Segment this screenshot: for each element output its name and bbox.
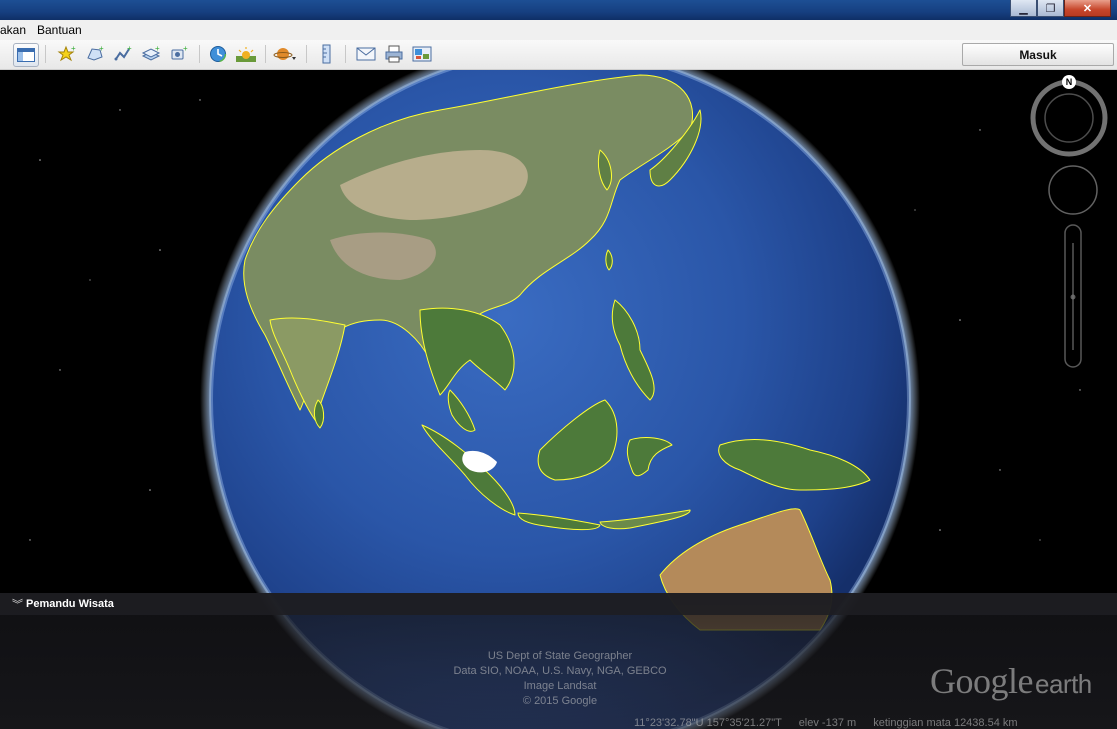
google-earth-logo: Googleearth <box>930 660 1092 702</box>
chevron-down-icon[interactable]: ︾ <box>12 596 23 612</box>
menu-item-tambahkan[interactable]: akan <box>0 23 26 37</box>
elevation-readout: elev -137 m <box>798 717 857 729</box>
minimize-icon[interactable]: ▁ <box>1010 0 1037 17</box>
sign-in-button[interactable]: Masuk <box>962 43 1114 66</box>
credit-line: Data SIO, NOAA, U.S. Navy, NGA, GEBCO <box>453 665 667 677</box>
window-controls: ▁ ❐ ✕ <box>1010 0 1111 18</box>
svg-text:+: + <box>71 44 76 53</box>
svg-text:+: + <box>183 44 188 53</box>
svg-text:+: + <box>155 44 160 53</box>
menu-bar: akan Bantuan <box>0 20 1117 41</box>
path-icon[interactable]: + <box>111 43 135 65</box>
toolbar-separator <box>345 45 346 63</box>
north-icon[interactable]: N <box>1062 75 1076 89</box>
placemark-icon[interactable]: + <box>55 43 79 65</box>
status-bar: 11°23'32.78"U 157°35'21.27"T elev -137 m… <box>634 717 1018 729</box>
sunlight-icon[interactable] <box>234 43 258 65</box>
close-icon[interactable]: ✕ <box>1064 0 1111 17</box>
polygon-icon[interactable]: + <box>83 43 107 65</box>
ruler-icon[interactable] <box>315 43 339 65</box>
credit-line: US Dept of State Geographer <box>487 650 633 662</box>
record-tour-icon[interactable]: + <box>167 43 191 65</box>
menu-item-bantuan[interactable]: Bantuan <box>37 23 82 37</box>
logo-earth-text: earth <box>1034 669 1092 699</box>
historical-imagery-icon[interactable] <box>206 43 230 65</box>
compass-ring[interactable] <box>1030 79 1108 157</box>
print-icon[interactable] <box>382 43 406 65</box>
credit-line: © 2015 Google <box>522 695 598 707</box>
image-overlay-icon[interactable]: + <box>139 43 163 65</box>
toolbar-separator <box>45 45 46 63</box>
imagery-credits: US Dept of State Geographer Data SIO, NO… <box>420 649 700 709</box>
tour-guide-header[interactable]: ︾ Pemandu Wisata <box>0 593 1117 615</box>
toolbar-separator <box>265 45 266 63</box>
tour-guide-label: Pemandu Wisata <box>26 598 114 610</box>
planet-icon[interactable] <box>273 43 297 65</box>
restore-icon[interactable]: ❐ <box>1037 0 1064 17</box>
look-joystick[interactable] <box>1048 165 1098 215</box>
toolbar-separator <box>306 45 307 63</box>
logo-google-text: Google <box>930 661 1033 701</box>
svg-text:+: + <box>99 44 104 53</box>
zoom-slider[interactable] <box>1064 224 1082 368</box>
svg-text:+: + <box>127 44 132 53</box>
toolbar-separator <box>199 45 200 63</box>
view-in-maps-icon[interactable] <box>410 43 434 65</box>
eye-altitude-readout: ketinggian mata 12438.54 km <box>873 717 1018 729</box>
sidebar-toggle-icon[interactable] <box>13 43 39 67</box>
credit-line: Image Landsat <box>523 680 597 692</box>
map-viewport[interactable]: N ︾ Pemandu Wisata US Dept of State Geog… <box>0 70 1117 729</box>
email-icon[interactable] <box>354 43 378 65</box>
toolbar: + + + + + Masuk <box>0 40 1117 70</box>
coordinates-readout: 11°23'32.78"U 157°35'21.27"T <box>634 717 782 729</box>
navigation-controls: N <box>1030 75 1116 375</box>
title-bar: ▁ ❐ ✕ <box>0 0 1117 20</box>
